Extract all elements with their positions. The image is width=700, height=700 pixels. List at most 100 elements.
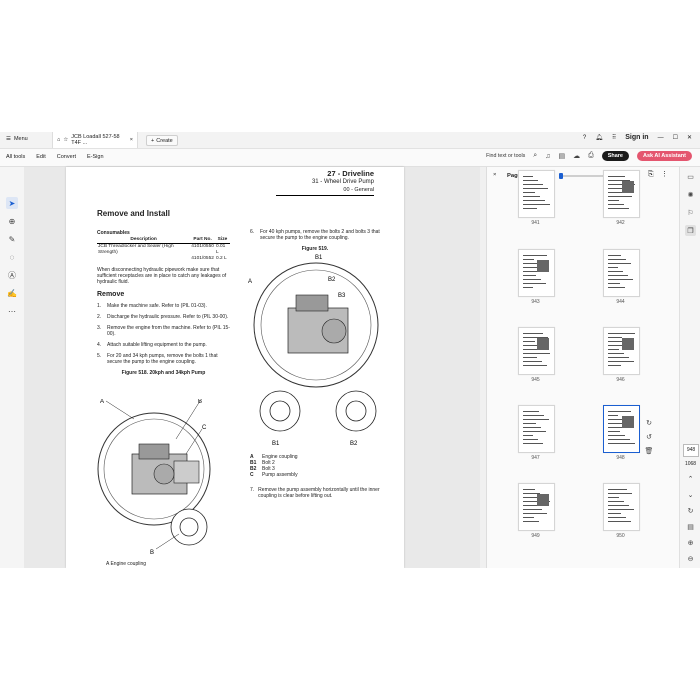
table-cell: 0.2 L	[215, 256, 227, 261]
thumbnail-text-line	[523, 196, 540, 197]
thumbnail-text-line	[523, 419, 549, 420]
pen-icon[interactable]: ✎	[6, 233, 18, 245]
figure-518-caption: Figure 518. 20kph and 34kph Pump	[121, 370, 206, 376]
home-icon[interactable]: ⌂	[57, 137, 60, 143]
thumbnail-text-line	[608, 517, 626, 518]
select-cursor-icon[interactable]: ➤	[6, 197, 18, 209]
figure-label: B2	[328, 277, 336, 283]
ai-sparkle-icon[interactable]: ✺	[685, 189, 696, 200]
create-button[interactable]: + Create	[146, 135, 178, 146]
find-text-tools[interactable]: Find text or tools	[486, 153, 525, 159]
tab-document[interactable]: ⌂ ☆ JCB Loadall 527-58 T4F ... ×	[52, 132, 138, 148]
thumbnail-text-line	[608, 271, 623, 272]
thumbnail-text-line	[608, 259, 626, 260]
thumbnail-text-line	[608, 501, 624, 502]
thumbnail-text-line	[523, 259, 534, 260]
thumbnail-text-line	[608, 361, 634, 362]
page-thumbnail-label: 943	[531, 299, 540, 305]
page-thumbnail[interactable]	[603, 327, 640, 375]
chevron-up-icon[interactable]: ⌃	[685, 473, 696, 484]
thumbnail-text-line	[608, 521, 631, 522]
figure-label: A	[248, 279, 252, 285]
figure-label: C	[202, 425, 207, 431]
maximize-icon[interactable]: ☐	[673, 134, 678, 141]
page-thumbnail[interactable]	[518, 405, 555, 453]
stamp-icon[interactable]: ✍	[6, 287, 18, 299]
document-viewer[interactable]: 27 - Driveline 31 - Wheel Drive Pump 00 …	[24, 167, 480, 568]
search-icon[interactable]: ⌕	[533, 152, 537, 160]
thumbnail-text-line	[523, 279, 541, 280]
thumbnail-text-line	[523, 439, 538, 440]
apps-grid-icon[interactable]: ⠿	[612, 134, 616, 141]
page-options-icon[interactable]: ⎘	[648, 171, 654, 179]
thumbnail-text-line	[608, 337, 622, 338]
figure-label: B	[198, 399, 202, 405]
sign-in-button[interactable]: Sign in	[625, 134, 648, 141]
chevron-down-icon[interactable]: ⌄	[685, 489, 696, 500]
thumbnail-text-line	[523, 423, 536, 424]
thumbnail-text-line	[608, 493, 632, 494]
zoom-in-icon[interactable]: ⊕	[685, 537, 696, 548]
bell-icon[interactable]: 🔔︎	[595, 134, 603, 141]
save-icon[interactable]: ▤	[558, 152, 565, 160]
pages-thumbnail-icon[interactable]: ❐	[685, 225, 696, 236]
thumbnail-text-line	[523, 255, 547, 256]
step-number: 5.	[97, 353, 102, 359]
page-thumbnail[interactable]	[518, 249, 555, 297]
menu-e-sign[interactable]: E-Sign	[87, 154, 104, 160]
text-box-icon[interactable]: Ⓐ	[6, 269, 18, 281]
lasso-icon[interactable]: ◌	[6, 251, 18, 263]
menu-all-tools[interactable]: All tools	[6, 154, 25, 160]
menu-convert[interactable]: Convert	[57, 154, 76, 160]
step-number: 2.	[97, 314, 102, 320]
thumbnail-text-line	[523, 204, 550, 205]
menu-edit[interactable]: Edit	[36, 154, 45, 160]
help-icon[interactable]: ?	[583, 135, 586, 141]
menu-button[interactable]: ☰ Menu	[6, 136, 28, 142]
close-panel-icon[interactable]: ×	[493, 172, 496, 178]
slider-knob[interactable]	[559, 173, 563, 179]
list-item: 3. Remove the engine from the machine. Re…	[97, 325, 230, 337]
thumbnail-text-line	[523, 443, 543, 444]
more-options-icon[interactable]: ⋮	[661, 170, 668, 178]
bookmark-icon[interactable]: ⚐	[685, 207, 696, 218]
close-icon[interactable]: ×	[130, 137, 133, 143]
comment-icon[interactable]: ▭	[685, 171, 696, 182]
thumbnail-text-line	[523, 505, 537, 506]
step-text: Make the machine safe. Refer to (PIL 01-…	[107, 303, 207, 309]
refresh-icon[interactable]: ↻	[685, 505, 696, 516]
window-close-icon[interactable]: ✕	[687, 134, 692, 141]
page-thumbnail-label: 941	[531, 220, 540, 226]
more-tools-icon[interactable]: ⋯	[6, 305, 18, 317]
ai-assistant-button[interactable]: Ask AI Assistant	[637, 151, 692, 161]
left-tool-rail: ➤ ⊕ ✎ ◌ Ⓐ ✍ ⋯	[0, 167, 25, 568]
page-thumbnail[interactable]	[518, 327, 555, 375]
right-column: 6. For 40 kph pumps, remove the bolts 2 a…	[250, 229, 380, 252]
print-icon[interactable]: ⎙	[588, 152, 594, 160]
share-button[interactable]: Share	[601, 151, 629, 161]
read-aloud-icon[interactable]: ♫	[545, 153, 550, 160]
zoom-out-icon[interactable]: ⊖	[685, 553, 696, 564]
thumbnail-text-line	[608, 419, 623, 420]
thumbnail-text-line	[523, 513, 547, 514]
minimize-icon[interactable]: —	[658, 135, 664, 141]
page-fit-icon[interactable]: ▤	[685, 521, 696, 532]
figure-519-caption: Figure 519.	[301, 246, 329, 252]
page-thumbnail[interactable]	[518, 483, 555, 531]
page-thumbnail[interactable]	[603, 405, 640, 453]
page-thumbnail[interactable]	[603, 249, 640, 297]
upload-cloud-icon[interactable]: ☁	[573, 152, 580, 160]
current-page-field[interactable]: 948	[683, 444, 699, 457]
page-thumbnail[interactable]	[518, 170, 555, 218]
page-thumbnail[interactable]	[603, 483, 640, 531]
comment-zoom-icon[interactable]: ⊕	[6, 215, 18, 227]
legend-row: C Pump assembly	[250, 472, 380, 478]
rotate-ccw-icon[interactable]: ↺	[646, 433, 652, 441]
trash-icon[interactable]: 🗑︎	[645, 447, 654, 455]
page-thumbnail[interactable]	[603, 170, 640, 218]
acrobat-window: ☰ Menu ⌂ ☆ JCB Loadall 527-58 T4F ... × …	[0, 132, 700, 568]
left-column: Remove and Install Consumables Descripti…	[97, 210, 230, 376]
thumbnail-text-line	[608, 204, 624, 205]
star-icon[interactable]: ☆	[63, 137, 68, 143]
rotate-cw-icon[interactable]: ↻	[646, 419, 652, 427]
